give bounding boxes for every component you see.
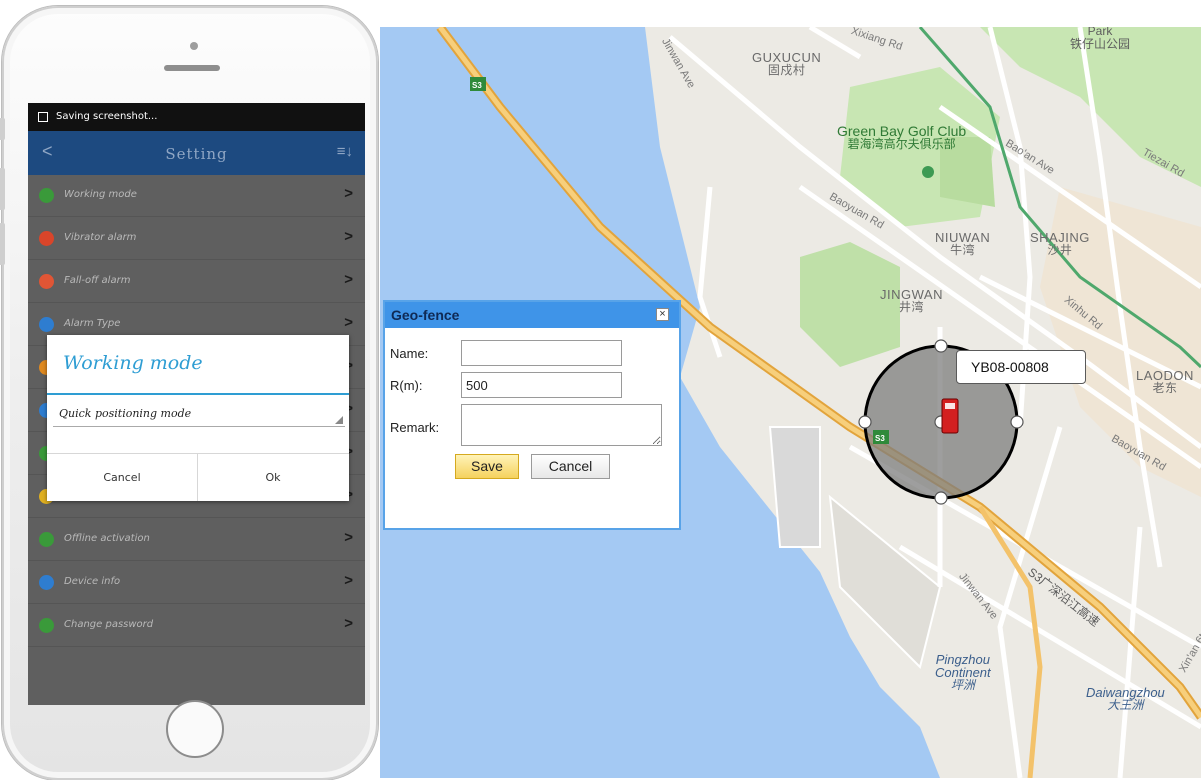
dropdown-triangle-icon[interactable] (335, 416, 343, 424)
screenshot-icon (38, 112, 48, 122)
settings-row[interactable]: Fall-off alarm > (28, 261, 365, 303)
working-mode-icon (39, 188, 54, 203)
alarm-type-icon (39, 317, 54, 332)
map-label-park: Park 铁仔山公园 (1070, 27, 1131, 51)
phone-frame: Saving screenshot... < Setting ≡↓ Workin… (0, 6, 378, 780)
close-icon[interactable]: × (656, 308, 669, 321)
dialog-title: Working mode (63, 352, 203, 374)
map-label-guxucun: GUXUCUN 固戍村 (752, 50, 822, 77)
select-underline (53, 426, 345, 427)
remark-label: Remark: (390, 420, 440, 435)
settings-row-label: Working mode (64, 189, 137, 200)
map-label-golf: Green Bay Golf Club 碧海湾高尔夫俱乐部 (837, 123, 967, 151)
settings-row[interactable]: Vibrator alarm > (28, 218, 365, 260)
chevron-right-icon: > (344, 572, 353, 589)
settings-row[interactable]: Offline activation > (28, 519, 365, 561)
pier (768, 426, 821, 548)
mode-select[interactable]: Quick positioning mode (59, 407, 191, 420)
dialog-ok-button[interactable]: Ok (198, 454, 348, 501)
resize-handle-left[interactable] (858, 415, 872, 429)
speaker-grille (164, 65, 220, 71)
remark-textarea[interactable] (461, 404, 662, 446)
menu-icon[interactable]: ≡↓ (337, 143, 353, 160)
vehicle-marker-icon[interactable] (941, 398, 959, 434)
device-info-icon (39, 575, 54, 590)
phone-screen: Saving screenshot... < Setting ≡↓ Workin… (28, 103, 365, 705)
geofence-title: Geo-fence (391, 307, 460, 323)
fall-off-icon (39, 274, 54, 289)
name-input[interactable] (461, 340, 622, 366)
volume-up-button (0, 168, 5, 210)
vehicle-id: YB08-00808 (971, 359, 1049, 375)
vehicle-id-callout[interactable]: YB08-00808 (956, 350, 1086, 384)
golf-poi-icon (922, 166, 934, 178)
chevron-right-icon: > (344, 314, 353, 331)
volume-down-button (0, 223, 5, 265)
map-label-pingzhou: Pingzhou Continent 坪洲 (935, 652, 991, 692)
change-password-icon (39, 618, 54, 633)
map-label-laodon: LAODON 老东 (1136, 368, 1194, 395)
app-bar: < Setting ≡↓ (28, 131, 365, 175)
name-label: Name: (390, 346, 429, 361)
chevron-right-icon: > (344, 228, 353, 245)
resize-handle-top[interactable] (934, 339, 948, 353)
chevron-right-icon: > (344, 529, 353, 546)
svg-text:S3: S3 (472, 81, 482, 90)
settings-row-label: Vibrator alarm (64, 232, 137, 243)
save-button[interactable]: Save (455, 454, 519, 479)
radius-input[interactable] (461, 372, 622, 398)
home-button[interactable] (166, 700, 224, 758)
chevron-right-icon: > (344, 271, 353, 288)
dialog-cancel-button[interactable]: Cancel (47, 454, 197, 501)
chevron-right-icon: > (344, 615, 353, 632)
svg-text:S3: S3 (875, 434, 885, 443)
cancel-button[interactable]: Cancel (531, 454, 610, 479)
working-mode-dialog: Working mode Quick positioning mode Canc… (47, 335, 349, 501)
radius-label: R(m): (390, 378, 423, 393)
geofence-header: Geo-fence × (385, 302, 679, 328)
settings-row[interactable]: Device info > (28, 562, 365, 604)
chevron-right-icon: > (344, 185, 353, 202)
dialog-divider (47, 393, 349, 395)
map-label-niuwan: NIUWAN 牛湾 (935, 230, 991, 257)
s3-shield-icon: S3 (470, 77, 486, 91)
vibrator-icon (39, 231, 54, 246)
s3-shield-icon: S3 (873, 430, 889, 444)
settings-row-label: Device info (64, 576, 121, 587)
status-text: Saving screenshot... (56, 111, 158, 122)
geofence-dialog: Geo-fence × Name: R(m): Remark: Save Can… (383, 300, 681, 530)
settings-row[interactable]: Working mode > (28, 175, 365, 217)
map-label-shajing: SHAJING 沙井 (1030, 230, 1090, 257)
settings-row-label: Fall-off alarm (64, 275, 131, 286)
offline-activation-icon (39, 532, 54, 547)
resize-handle-right[interactable] (1010, 415, 1024, 429)
settings-row-label: Offline activation (64, 533, 150, 544)
settings-row-label: Alarm Type (64, 318, 121, 329)
camera-icon (190, 42, 198, 50)
status-bar: Saving screenshot... (28, 103, 365, 131)
app-title: Setting (165, 145, 228, 163)
map-label-daiwangzhou: Daiwangzhou 大王洲 (1086, 685, 1165, 712)
map-label-jingwan: JINGWAN 井湾 (880, 287, 943, 314)
resize-handle-bottom[interactable] (934, 491, 948, 505)
mute-switch (0, 118, 5, 140)
settings-row-label: Change password (64, 619, 154, 630)
settings-row[interactable]: Change password > (28, 605, 365, 647)
